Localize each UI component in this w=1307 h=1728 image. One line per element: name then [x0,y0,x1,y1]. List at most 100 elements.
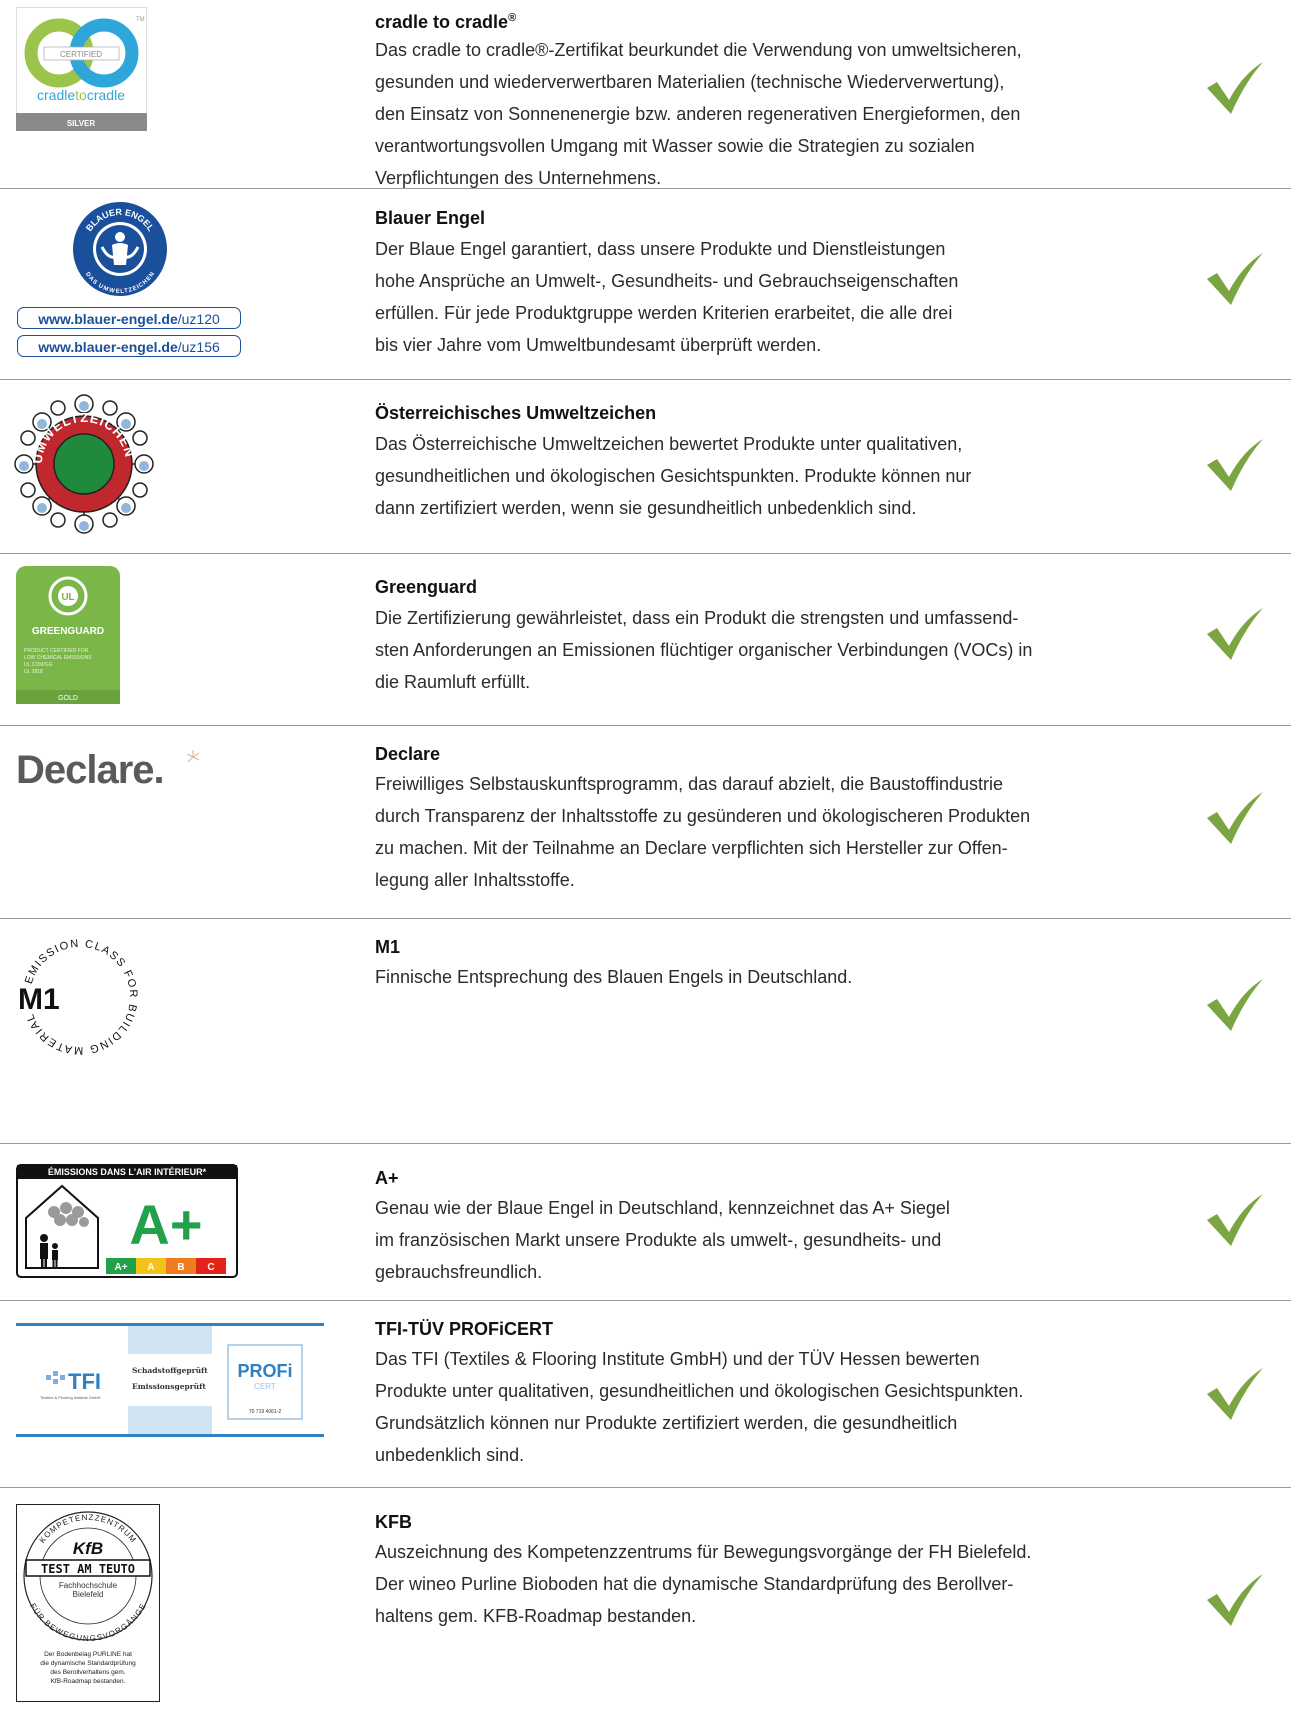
kfb-band: TEST AM TEUTO [41,1562,135,1576]
cert-description: Genau wie der Blaue Engel in Deutschland… [375,1192,1155,1288]
umweltzeichen-logo: UMWELTZEICHEN [14,394,154,534]
cert-title-text: Declare [375,744,441,764]
kfb-school: Fachhochschule [59,1581,118,1590]
checkmark-icon [1207,253,1263,305]
cert-title: A+ [375,1166,399,1190]
cert-row-umweltzeichen: UMWELTZEICHEN Österreichisches Umweltzei… [0,380,1307,553]
description-line: die Raumluft erfüllt. [375,672,531,692]
cert-title: Österreichisches Umweltzeichen [375,401,656,425]
cert-row-tfi: TFI Textiles & Flooring Institute GmbH S… [0,1301,1307,1487]
a-plus-scale-item: A [147,1262,154,1273]
description-line: Grundsätzlich können nur Produkte zertif… [375,1413,958,1433]
url-path: /uz120 [177,311,220,327]
a-plus-logo: ÉMISSIONS DANS L'AIR INTÉRIEUR* A+ A+ A … [16,1164,238,1278]
description-line: Freiwilliges Selbstauskunftsprogramm, da… [375,774,1003,794]
a-plus-grade: A+ [129,1193,202,1256]
declare-logo: Declare. [16,748,206,798]
dandelion-icon [186,750,200,763]
proficert-badge: PROFi [237,1361,292,1381]
a-plus-header: ÉMISSIONS DANS L'AIR INTÉRIEUR* [48,1167,207,1177]
description-line: Genau wie der Blaue Engel in Deutschland… [375,1198,950,1218]
cert-row-a-plus: ÉMISSIONS DANS L'AIR INTÉRIEUR* A+ A+ A … [0,1144,1307,1300]
cert-description: Die Zertifizierung gewährleistet, dass e… [375,602,1155,698]
a-plus-scale-item: A+ [114,1262,127,1273]
description-line: Auszeichnung des Kompetenzzentrums für B… [375,1542,1032,1562]
greenguard-logo: UL GREENGUARD PRODUCT CERTIFIED FOR LOW … [16,566,120,704]
cradle-brand-c: cradle [87,87,125,103]
url-path: /uz156 [177,339,220,355]
umweltzeichen-graphic: UMWELTZEICHEN [14,394,154,534]
cradle-to-cradle-logo: CERTIFIED TM cradletocradle SILVER [15,6,148,132]
description-line: unbedenklich sind. [375,1445,525,1465]
description-line: im französischen Markt unsere Produkte a… [375,1230,942,1250]
tfi-line: Emissionsgeprüft [132,1382,206,1391]
cert-title: KFB [375,1510,412,1534]
m1-emission-seal: EMISSION CLASS FOR BUILDING MATERIAL M1 [18,938,138,1056]
cert-row-blauer-engel: BLAUER ENGEL DAS UMWELTZEICHEN www.blaue… [0,189,1307,379]
cert-row-declare: Declare. Declare Freiwilliges Selbstausk… [0,726,1307,918]
cradle-certified-label: CERTIFIED [60,50,102,59]
greenguard-ul-mark: UL [61,592,74,603]
greenguard-line: UL 2818 [24,669,43,675]
proficert-number: 70 719 4061-2 [249,1409,281,1415]
a-plus-scale-item: B [177,1262,184,1273]
cert-title-text: cradle to cradle [375,12,509,32]
checkmark-icon [1207,1368,1263,1420]
cert-description: Finnische Entsprechung des Blauen Engels… [375,961,1155,993]
cert-title: Declare [375,742,440,766]
blauer-engel-link-uz120[interactable]: www.blauer-engel.de/uz120 [17,307,241,329]
cert-title-text: Österreichisches Umweltzeichen [375,403,657,423]
cert-description: Auszeichnung des Kompetenzzentrums für B… [375,1536,1155,1632]
cert-row-cradle: CERTIFIED TM cradletocradle SILVER cradl… [0,0,1307,188]
description-line: den Einsatz von Sonnenenergie bzw. ander… [375,104,1021,124]
greenguard-line: LOW CHEMICAL EMISSIONS [24,655,92,661]
kfb-caption-line: KfB-Roadmap bestanden. [51,1678,126,1685]
checkmark-icon [1207,979,1263,1031]
a-plus-label: ÉMISSIONS DANS L'AIR INTÉRIEUR* A+ A+ A … [16,1164,238,1278]
cradle-tm: TM [136,17,145,23]
greenguard-name: GREENGUARD [32,626,104,637]
cert-description: Das Österreichische Umweltzeichen bewert… [375,428,1155,524]
cradle-brand-a: cradle [37,87,75,103]
description-line: erfüllen. Für jede Produktgruppe werden … [375,303,953,323]
m1-mark: M1 [18,983,60,1016]
description-line: gesundheitlichen und ökologischen Gesich… [375,466,972,486]
description-line: Finnische Entsprechung des Blauen Engels… [375,967,853,987]
cert-title-text: A+ [375,1168,399,1188]
description-line: gebrauchsfreundlich. [375,1262,543,1282]
url-host: www.blauer-engel.de [38,311,178,327]
url-host: www.blauer-engel.de [38,339,178,355]
cert-description: Das cradle to cradle®-Zertifikat beurkun… [375,34,1155,194]
description-line: Das cradle to cradle®-Zertifikat beurkun… [375,40,1022,60]
greenguard-badge: UL GREENGUARD PRODUCT CERTIFIED FOR LOW … [16,566,120,704]
proficert-badge-sub: CERT [254,1382,276,1391]
cradle-to-cradle-logo-graphic: CERTIFIED TM cradletocradle SILVER [15,6,148,132]
description-line: hohe Ansprüche an Umwelt-, Gesundheits- … [375,271,959,291]
cert-title: TFI-TÜV PROFiCERT [375,1317,553,1341]
cert-title: M1 [375,935,400,959]
svg-text:cradletocradle: cradletocradle [37,87,125,103]
description-line: Das Österreichische Umweltzeichen bewert… [375,434,963,454]
description-line: verantwortungsvollen Umgang mit Wasser s… [375,136,975,156]
kfb-seal: KOMPETENZZENTRUM FÜR BEWEGUNGSVORGÄNGE K… [16,1504,160,1702]
description-line: Der wineo Purline Bioboden hat die dynam… [375,1574,1014,1594]
blauer-engel-logo: BLAUER ENGEL DAS UMWELTZEICHEN [72,201,168,297]
description-line: durch Transparenz der Inhaltsstoffe zu g… [375,806,1031,826]
description-line: haltens gem. KFB-Roadmap bestanden. [375,1606,697,1626]
cradle-brand-b: to [75,87,87,103]
kfb-caption-line: die dynamische Standardprüfung [40,1660,136,1667]
cert-title-text: M1 [375,937,401,957]
description-line: sten Anforderungen an Emissionen flüchti… [375,640,1033,660]
tfi-line: Schadstoffgeprüft [132,1366,208,1375]
description-line: zu machen. Mit der Teilnahme an Declare … [375,838,1008,858]
kfb-logo: KOMPETENZZENTRUM FÜR BEWEGUNGSVORGÄNGE K… [16,1504,160,1702]
blauer-engel-link-uz156[interactable]: www.blauer-engel.de/uz156 [17,335,241,357]
description-line: Der Blaue Engel garantiert, dass unsere … [375,239,946,259]
tfi-logo: TFI Textiles & Flooring Institute GmbH S… [16,1323,324,1437]
description-line: Die Zertifizierung gewährleistet, dass e… [375,608,1019,628]
description-line: Produkte unter qualitativen, gesundheitl… [375,1381,1024,1401]
cert-description: Freiwilliges Selbstauskunftsprogramm, da… [375,768,1155,896]
blauer-engel-seal: BLAUER ENGEL DAS UMWELTZEICHEN [73,202,167,296]
cert-description: Das TFI (Textiles & Flooring Institute G… [375,1343,1155,1471]
cert-row-kfb: KOMPETENZZENTRUM FÜR BEWEGUNGSVORGÄNGE K… [0,1488,1307,1728]
